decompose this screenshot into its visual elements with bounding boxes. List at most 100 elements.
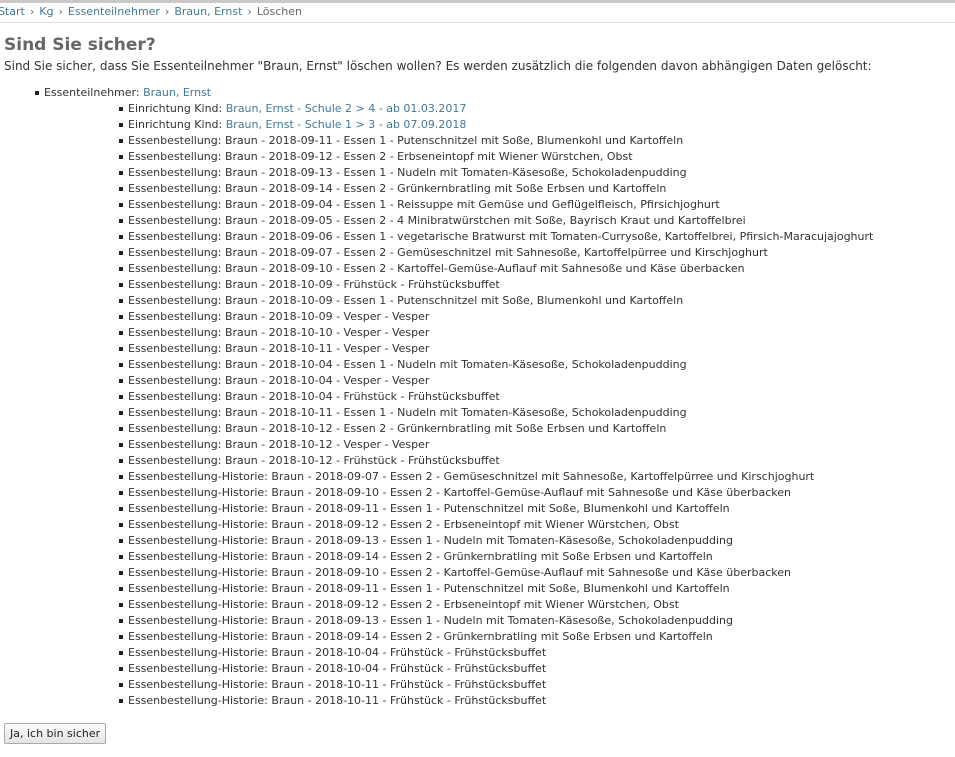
bullet-icon (119, 203, 123, 207)
dependent-list-item: Essenbestellung: Braun - 2018-09-14 - Es… (44, 181, 873, 197)
bullet-icon (35, 91, 39, 95)
dependent-item-text: Essenbestellung: Braun - 2018-09-06 - Es… (128, 230, 874, 243)
linked-list-item: Einrichtung Kind: Braun, Ernst - Schule … (44, 117, 873, 133)
linked-item-link[interactable]: Braun, Ernst - Schule 2 > 4 - ab 01.03.2… (226, 102, 467, 115)
dependent-item-text: Essenbestellung: Braun - 2018-10-04 - Ve… (128, 374, 430, 387)
dependent-list-item: Essenbestellung: Braun - 2018-10-09 - Ve… (44, 309, 873, 325)
bullet-icon (119, 299, 123, 303)
dependent-item-text: Essenbestellung-Historie: Braun - 2018-0… (128, 566, 791, 579)
bullet-icon (119, 379, 123, 383)
dependent-item-text: Essenbestellung: Braun - 2018-10-11 - Es… (128, 406, 687, 419)
root-object-item: Essenteilnehmer: Braun, Ernst Einrichtun… (0, 85, 873, 709)
dependent-items-list: Einrichtung Kind: Braun, Ernst - Schule … (44, 101, 873, 709)
dependent-item-text: Essenbestellung: Braun - 2018-10-12 - Ve… (128, 438, 430, 451)
dependent-list-item: Essenbestellung: Braun - 2018-10-12 - Fr… (44, 453, 873, 469)
dependent-list-item: Essenbestellung: Braun - 2018-09-11 - Es… (44, 133, 873, 149)
dependent-item-text: Essenbestellung: Braun - 2018-09-12 - Es… (128, 150, 633, 163)
dependent-item-text: Essenbestellung-Historie: Braun - 2018-1… (128, 678, 547, 691)
dependent-item-text: Essenbestellung-Historie: Braun - 2018-0… (128, 550, 713, 563)
breadcrumb-essenteilnehmer-link[interactable]: Essenteilnehmer (68, 5, 160, 18)
dependent-list-item: Essenbestellung: Braun - 2018-10-12 - Ve… (44, 437, 873, 453)
dependent-item-text: Essenbestellung-Historie: Braun - 2018-0… (128, 486, 791, 499)
dependent-item-text: Essenbestellung-Historie: Braun - 2018-0… (128, 534, 733, 547)
dependent-objects-list: Essenteilnehmer: Braun, Ernst Einrichtun… (0, 85, 873, 709)
dependent-list-item: Essenbestellung: Braun - 2018-09-13 - Es… (44, 165, 873, 181)
bullet-icon (119, 619, 123, 623)
dependent-list-item: Essenbestellung-Historie: Braun - 2018-0… (44, 597, 873, 613)
bullet-icon (119, 411, 123, 415)
bullet-icon (119, 395, 123, 399)
dependent-list-item: Essenbestellung: Braun - 2018-10-11 - Es… (44, 405, 873, 421)
dependent-item-text: Essenbestellung: Braun - 2018-09-11 - Es… (128, 134, 684, 147)
dependent-item-text: Essenbestellung-Historie: Braun - 2018-0… (128, 518, 679, 531)
breadcrumb-kg-link[interactable]: Kg (39, 5, 53, 18)
bullet-icon (119, 587, 123, 591)
linked-item-link[interactable]: Braun, Ernst - Schule 1 > 3 - ab 07.09.2… (226, 118, 467, 131)
linked-item-label: Einrichtung Kind: (128, 102, 223, 115)
dependent-item-text: Essenbestellung: Braun - 2018-10-04 - Es… (128, 358, 687, 371)
breadcrumb-participant-link[interactable]: Braun, Ernst (174, 5, 242, 18)
dependent-item-text: Essenbestellung-Historie: Braun - 2018-0… (128, 582, 730, 595)
dependent-list-item: Essenbestellung: Braun - 2018-10-04 - Fr… (44, 389, 873, 405)
dependent-item-text: Essenbestellung-Historie: Braun - 2018-0… (128, 598, 679, 611)
bullet-icon (119, 635, 123, 639)
dependent-item-text: Essenbestellung: Braun - 2018-10-09 - Ve… (128, 310, 430, 323)
bullet-icon (119, 459, 123, 463)
bullet-icon (119, 267, 123, 271)
dependent-item-text: Essenbestellung: Braun - 2018-10-09 - Fr… (128, 278, 500, 291)
breadcrumb-current: Löschen (256, 5, 302, 18)
root-object-label: Essenteilnehmer: (44, 86, 140, 99)
dependent-list-item: Essenbestellung: Braun - 2018-09-10 - Es… (44, 261, 873, 277)
breadcrumb-separator: › (58, 5, 63, 18)
dependent-list-item: Essenbestellung: Braun - 2018-10-09 - Es… (44, 293, 873, 309)
dependent-item-text: Essenbestellung: Braun - 2018-09-07 - Es… (128, 246, 768, 259)
dependent-item-text: Essenbestellung: Braun - 2018-09-14 - Es… (128, 182, 667, 195)
bullet-icon (119, 347, 123, 351)
bullet-icon (119, 107, 123, 111)
dependent-item-text: Essenbestellung: Braun - 2018-09-04 - Es… (128, 198, 720, 211)
bullet-icon (119, 251, 123, 255)
breadcrumb-start-link[interactable]: Start (0, 5, 25, 18)
dependent-list-item: Essenbestellung-Historie: Braun - 2018-1… (44, 693, 873, 709)
bullet-icon (119, 139, 123, 143)
dependent-list-item: Essenbestellung-Historie: Braun - 2018-1… (44, 645, 873, 661)
dependent-list-item: Essenbestellung: Braun - 2018-10-04 - Es… (44, 357, 873, 373)
dependent-item-text: Essenbestellung-Historie: Braun - 2018-0… (128, 502, 730, 515)
bullet-icon (119, 491, 123, 495)
root-object-link[interactable]: Braun, Ernst (143, 86, 211, 99)
breadcrumb-separator: › (247, 5, 252, 18)
bullet-icon (119, 539, 123, 543)
breadcrumb-separator: › (29, 5, 35, 18)
dependent-item-text: Essenbestellung: Braun - 2018-10-09 - Es… (128, 294, 684, 307)
bullet-icon (119, 123, 123, 127)
dependent-item-text: Essenbestellung-Historie: Braun - 2018-1… (128, 694, 547, 707)
confirm-delete-button[interactable]: Ja, ich bin sicher (4, 723, 107, 744)
bullet-icon (119, 571, 123, 575)
dependent-item-text: Essenbestellung: Braun - 2018-10-12 - Fr… (128, 454, 500, 467)
dependent-list-item: Essenbestellung: Braun - 2018-10-10 - Ve… (44, 325, 873, 341)
dependent-item-text: Essenbestellung: Braun - 2018-09-05 - Es… (128, 214, 746, 227)
confirmation-text: Sind Sie sicher, dass Sie Essenteilnehme… (4, 59, 872, 73)
bullet-icon (119, 475, 123, 479)
dependent-list-item: Essenbestellung: Braun - 2018-10-04 - Ve… (44, 373, 873, 389)
dependent-list-item: Essenbestellung: Braun - 2018-09-05 - Es… (44, 213, 873, 229)
dependent-list-item: Essenbestellung-Historie: Braun - 2018-0… (44, 565, 873, 581)
dependent-item-text: Essenbestellung: Braun - 2018-10-04 - Fr… (128, 390, 500, 403)
dependent-item-text: Essenbestellung: Braun - 2018-10-10 - Ve… (128, 326, 430, 339)
bullet-icon (119, 603, 123, 607)
bullet-icon (119, 443, 123, 447)
dependent-item-text: Essenbestellung-Historie: Braun - 2018-0… (128, 614, 733, 627)
dependent-list-item: Essenbestellung: Braun - 2018-10-12 - Es… (44, 421, 873, 437)
bullet-icon (119, 555, 123, 559)
dependent-list-item: Essenbestellung-Historie: Braun - 2018-0… (44, 549, 873, 565)
bullet-icon (119, 699, 123, 703)
dependent-item-text: Essenbestellung: Braun - 2018-10-11 - Ve… (128, 342, 430, 355)
bullet-icon (119, 523, 123, 527)
bullet-icon (119, 219, 123, 223)
page-title: Sind Sie sicher? (4, 35, 156, 55)
bullet-icon (119, 315, 123, 319)
linked-item-label: Einrichtung Kind: (128, 118, 223, 131)
bullet-icon (119, 331, 123, 335)
dependent-list-item: Essenbestellung: Braun - 2018-09-04 - Es… (44, 197, 873, 213)
dependent-item-text: Essenbestellung-Historie: Braun - 2018-0… (128, 470, 815, 483)
